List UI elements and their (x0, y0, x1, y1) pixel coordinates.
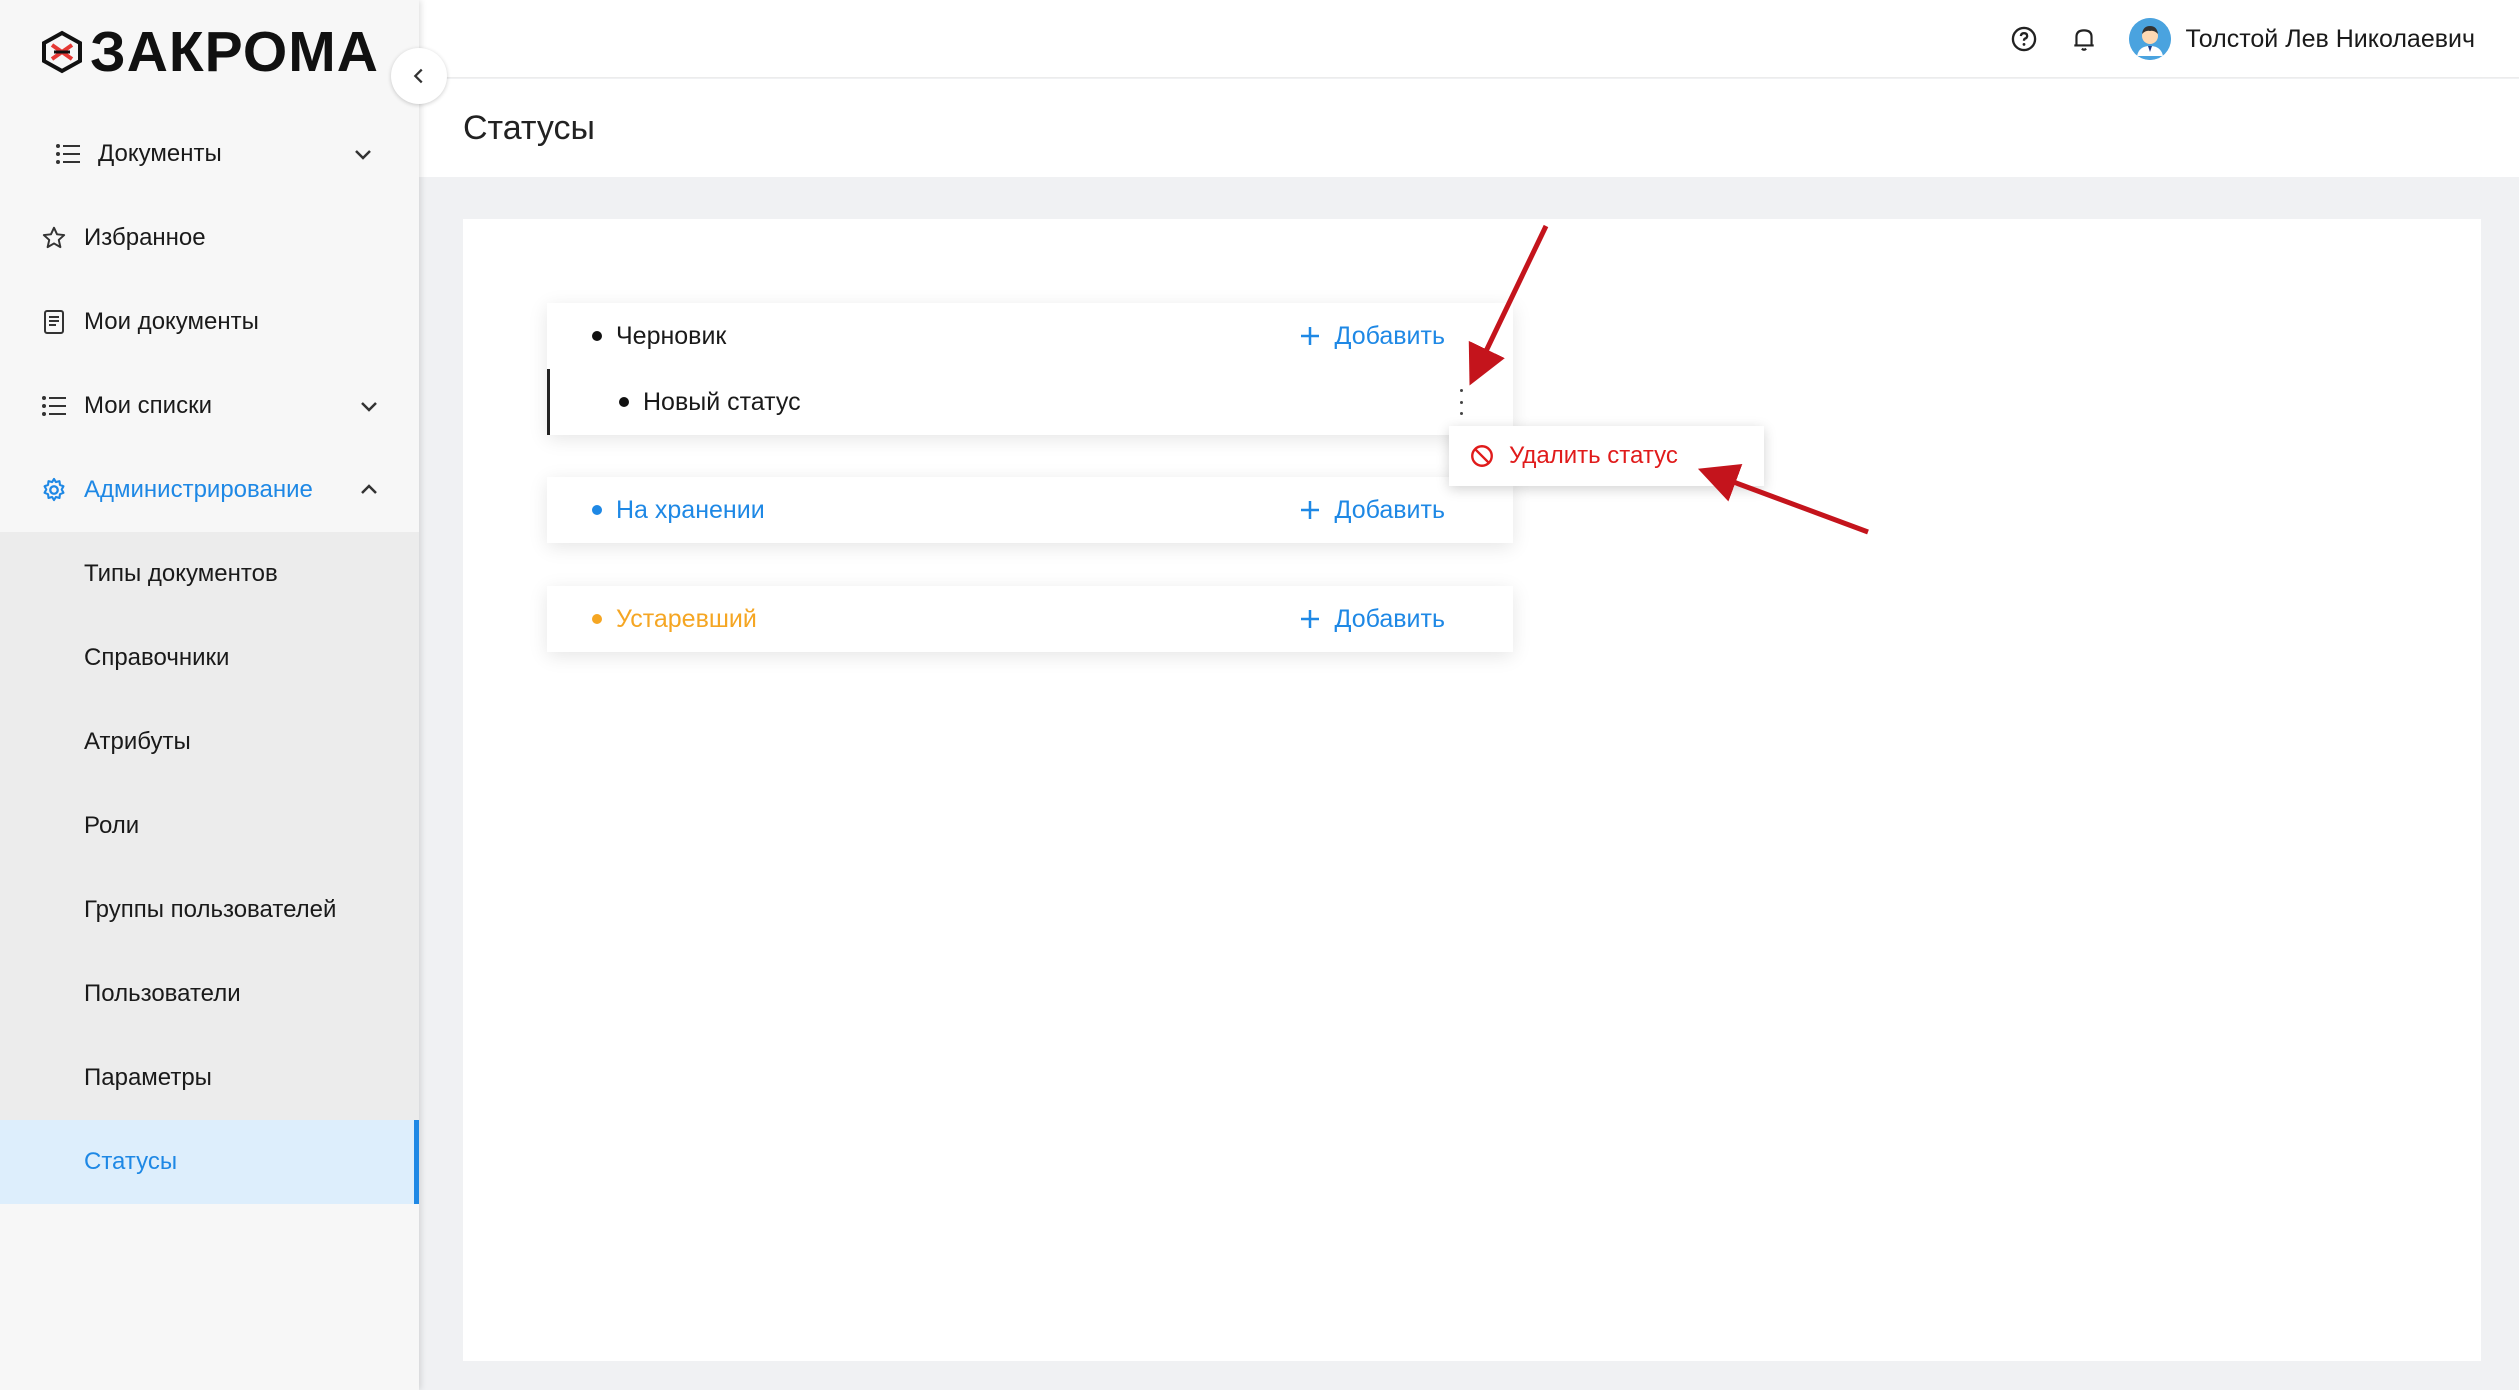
sidebar-subitem-parameters[interactable]: Параметры (0, 1036, 419, 1120)
block-icon (1471, 445, 1493, 467)
status-row: Черновик Добавить (547, 303, 1513, 369)
sidebar-item-label: Избранное (84, 224, 206, 251)
list-icon (40, 392, 68, 420)
status-name: На хранении (616, 495, 765, 524)
more-options-icon[interactable] (1455, 389, 1467, 415)
gear-icon (40, 476, 68, 504)
logo-icon (42, 30, 82, 74)
add-status-label: Добавить (1334, 495, 1446, 524)
help-icon[interactable] (2009, 24, 2039, 54)
delete-status-label: Удалить статус (1509, 442, 1678, 469)
sidebar-item-favorites[interactable]: Избранное (0, 196, 419, 280)
title-bar: Статусы (419, 79, 2519, 177)
chevron-down-icon (355, 150, 371, 160)
list-icon (54, 140, 82, 168)
sidebar-subitem-dictionaries[interactable]: Справочники (0, 616, 419, 700)
status-dot (592, 505, 602, 515)
status-name: Черновик (616, 321, 727, 350)
status-card-obsolete: Устаревший Добавить (547, 586, 1513, 652)
delete-status-menu-item[interactable]: Удалить статус (1449, 426, 1764, 486)
page-title: Статусы (463, 109, 595, 147)
status-name: Устаревший (616, 604, 757, 633)
status-card-stored: На хранении Добавить (547, 477, 1513, 543)
avatar (2129, 18, 2172, 60)
chevron-left-icon (413, 68, 423, 84)
top-bar: Толстой Лев Николаевич (419, 0, 2519, 78)
collapse-sidebar-button[interactable] (391, 48, 447, 104)
chevron-down-icon (361, 402, 377, 412)
status-dot (619, 397, 629, 407)
sidebar-item-label: Администрирование (84, 476, 313, 503)
sidebar-item-my-lists[interactable]: Мои списки (0, 364, 419, 448)
sidebar-item-documents[interactable]: Документы (0, 112, 419, 196)
add-status-button[interactable]: Добавить (1299, 321, 1446, 351)
bell-icon[interactable] (2069, 24, 2099, 54)
add-status-label: Добавить (1334, 604, 1446, 633)
plus-icon (1300, 501, 1319, 519)
header-actions: Толстой Лев Николаевич (2009, 16, 2475, 62)
sidebar-subitem-attributes[interactable]: Атрибуты (0, 700, 419, 784)
sidebar-item-my-documents[interactable]: Мои документы (0, 280, 419, 364)
status-row: На хранении Добавить (547, 477, 1513, 543)
sidebar-subitem-document-types[interactable]: Типы документов (0, 532, 419, 616)
logo-text: ЗАКРОМА (90, 20, 379, 84)
admin-submenu: Типы документов Справочники Атрибуты Рол… (0, 532, 419, 1204)
sidebar-item-label: Мои документы (84, 308, 259, 335)
sidebar-subitem-users[interactable]: Пользователи (0, 952, 419, 1036)
add-status-button[interactable]: Добавить (1299, 495, 1446, 525)
app-logo[interactable]: ЗАКРОМА (40, 22, 379, 82)
add-status-button[interactable]: Добавить (1299, 604, 1446, 634)
sidebar-item-administration[interactable]: Администрирование (0, 448, 419, 532)
status-child-row: Новый статус (547, 369, 1513, 435)
sidebar-item-label: Мои списки (84, 392, 212, 419)
status-card-draft: Черновик Добавить Новый статус (547, 303, 1513, 435)
add-status-label: Добавить (1334, 321, 1446, 350)
document-icon (40, 308, 68, 336)
sidebar-spacer (0, 1204, 419, 1390)
sidebar: ЗАКРОМА Документы Избранное Мои документ… (0, 0, 419, 1390)
chevron-up-icon (361, 484, 377, 494)
sidebar-item-label: Документы (98, 140, 222, 167)
status-row: Устаревший Добавить (547, 586, 1513, 652)
sidebar-subitem-statuses[interactable]: Статусы (0, 1120, 419, 1204)
content-panel: Черновик Добавить Новый статус На хранен… (463, 219, 2481, 1361)
status-dot (592, 331, 602, 341)
user-menu[interactable]: Толстой Лев Николаевич (2129, 18, 2475, 60)
sidebar-subitem-user-groups[interactable]: Группы пользователей (0, 868, 419, 952)
sidebar-nav: Документы Избранное Мои документы Мои сп… (0, 112, 419, 1390)
status-dot (592, 614, 602, 624)
status-name: Новый статус (643, 387, 801, 416)
star-icon (40, 224, 68, 252)
user-name: Толстой Лев Николаевич (2185, 24, 2475, 53)
sidebar-subitem-roles[interactable]: Роли (0, 784, 419, 868)
plus-icon (1300, 610, 1319, 628)
plus-icon (1300, 327, 1319, 345)
